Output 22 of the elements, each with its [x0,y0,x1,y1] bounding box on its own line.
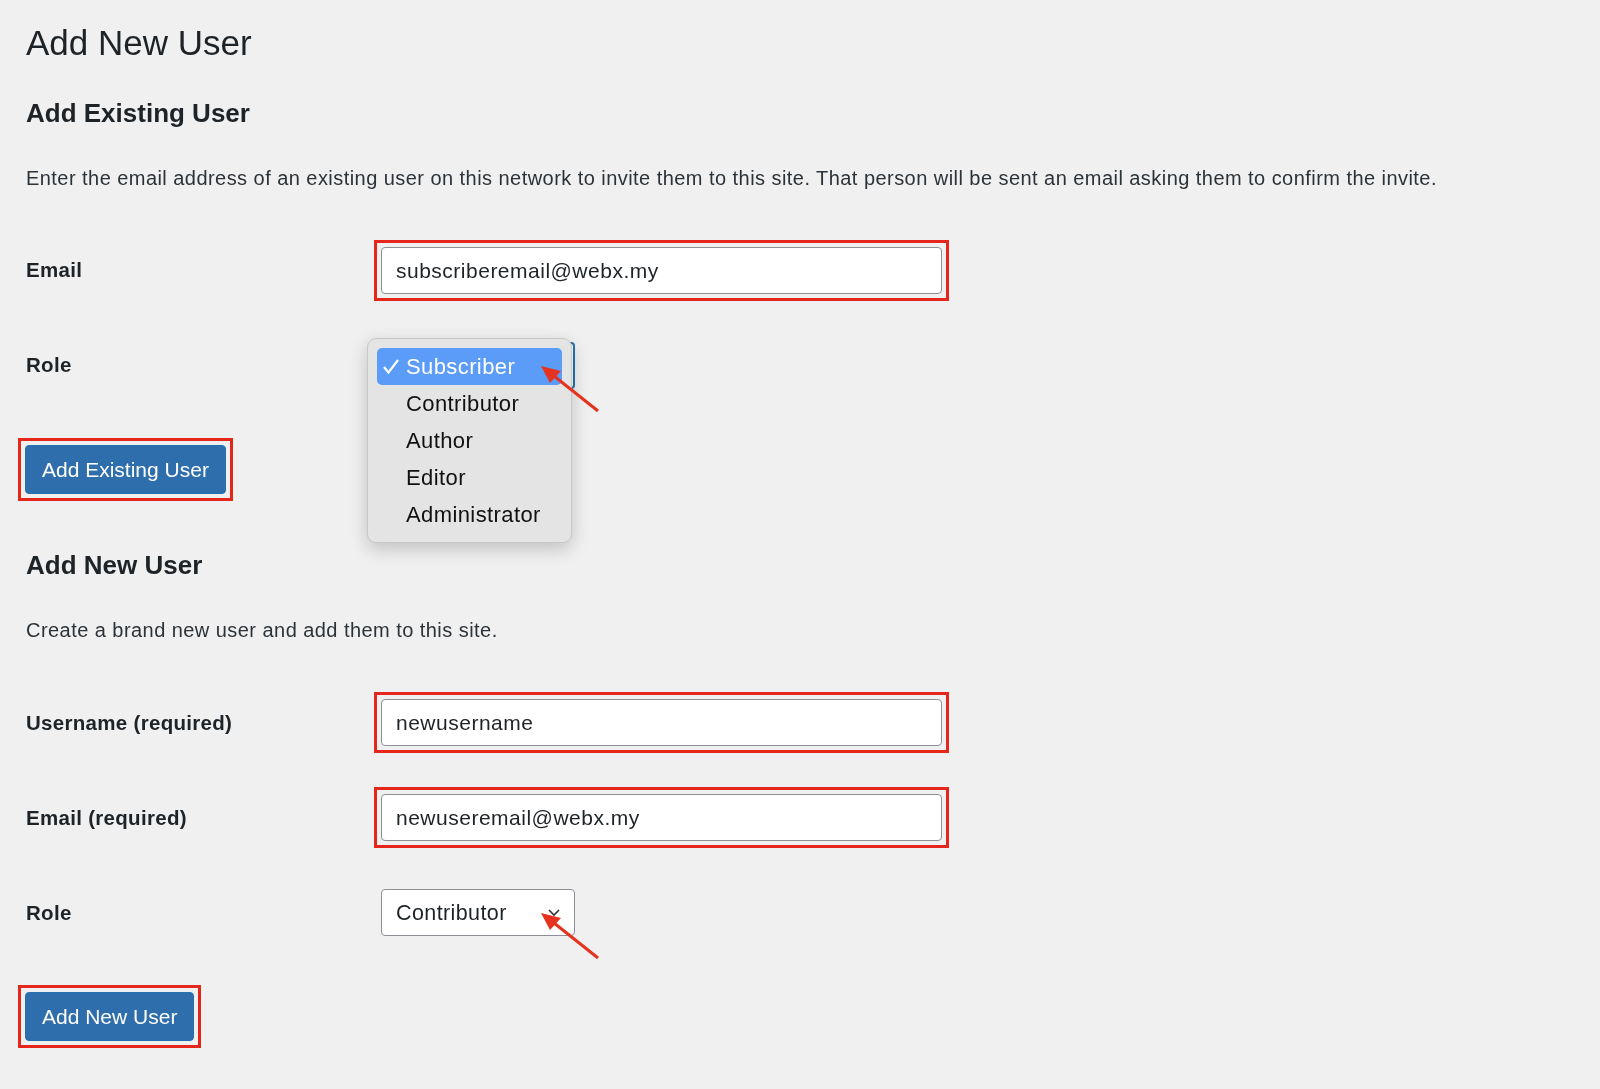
checkmark-icon [383,359,399,375]
role-select[interactable]: Contributor [381,889,575,937]
section-heading: Add Existing User [26,98,251,130]
field-label: Role [26,899,73,926]
chevron-icon [548,908,560,917]
dropdown-option[interactable]: Editor [377,459,562,497]
text-field[interactable]: subscriberemail@webx.my [381,247,942,295]
submit-button[interactable]: Add New User [25,992,195,1042]
submit-button[interactable]: Add Existing User [25,445,226,495]
field-label: Username (required) [26,709,234,736]
text-field[interactable]: newusername [381,699,942,747]
field-label: Role [26,352,73,379]
text-field[interactable]: newuseremail@webx.my [381,794,942,842]
dropdown-option[interactable]: Contributor [377,385,562,423]
section-heading: Add New User [26,550,204,582]
page-title: Add New User [26,22,253,64]
section-description: Create a brand new user and add them to this site. [26,618,499,644]
field-label: Email [26,257,84,284]
field-label: Email (required) [26,804,188,831]
dropdown-option[interactable]: Author [377,422,562,460]
dropdown-option[interactable]: Administrator [377,496,562,534]
section-description: Enter the email address of an existing user on this network to invite them to this site. That person will be sent an email asking them to confirm the invite. [26,166,1438,192]
